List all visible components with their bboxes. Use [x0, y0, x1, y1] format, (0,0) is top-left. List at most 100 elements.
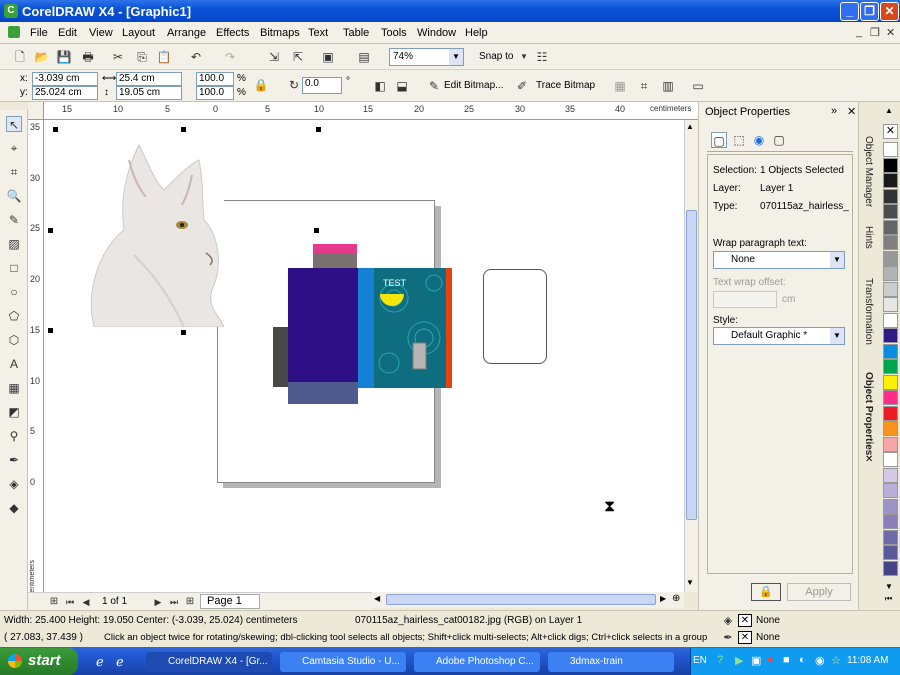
palette-swatch[interactable] [883, 514, 898, 529]
orange-strip[interactable] [446, 268, 452, 388]
welcome-screen-icon[interactable]: ▤ [356, 49, 372, 65]
zoom-combo[interactable]: 74% ▼ [389, 48, 464, 66]
ie-icon[interactable]: ℯ [96, 654, 112, 670]
palette-expand-icon[interactable]: ⏮ [885, 594, 892, 604]
chevron-down-icon[interactable]: ▼ [830, 328, 844, 344]
ie2-icon[interactable]: ℯ [116, 654, 132, 670]
doc-restore-button[interactable]: ❐ [870, 26, 880, 39]
y-position-field[interactable]: 25.024 cm [32, 86, 98, 100]
vertical-scroll-thumb[interactable] [686, 210, 697, 520]
add-page-icon[interactable]: ⊞ [182, 594, 198, 610]
rounded-rectangle[interactable] [483, 269, 547, 364]
scroll-left-icon[interactable]: ◀ [374, 594, 380, 603]
gray-strip[interactable] [313, 253, 357, 268]
palette-swatch[interactable] [883, 281, 898, 297]
prev-page-icon[interactable]: ◀ [78, 594, 94, 610]
palette-swatch[interactable] [883, 560, 898, 576]
language-indicator[interactable]: EN [693, 655, 707, 666]
edit-bitmap-button[interactable]: Edit Bitmap... [444, 80, 503, 91]
palette-swatch[interactable] [883, 545, 898, 560]
mirror-horizontal-icon[interactable]: ◧ [372, 78, 388, 94]
menu-file[interactable]: File [30, 27, 48, 39]
print-icon[interactable]: 🖶 [80, 49, 96, 65]
bitmap-color-mask-icon[interactable]: ▥ [660, 78, 676, 94]
scroll-down-icon[interactable]: ▼ [686, 578, 694, 587]
palette-swatch[interactable] [883, 421, 898, 436]
paste-icon[interactable]: 📋 [156, 49, 172, 65]
tab-transformation[interactable]: Transformation [863, 278, 874, 345]
stop-tray-icon[interactable]: ■ [783, 654, 790, 666]
lock-ratio-icon[interactable]: 🔒 [253, 77, 269, 93]
task-camtasia[interactable]: Camtasia Studio - U... [280, 652, 406, 672]
play-tray-icon[interactable]: ▶ [735, 654, 743, 667]
undo-icon[interactable]: ↶ [188, 49, 204, 65]
menu-effects[interactable]: Effects [216, 27, 249, 39]
minimize-button[interactable]: _ [840, 2, 859, 21]
selection-handle[interactable] [48, 328, 53, 333]
ruler-origin[interactable] [28, 102, 44, 120]
wrap-text-icon[interactable]: ▭ [690, 78, 706, 94]
chevron-down-icon[interactable]: ▼ [830, 252, 844, 268]
palette-swatch[interactable] [883, 467, 898, 483]
height-field[interactable]: 19.05 cm [116, 86, 182, 100]
hairless-cat-bitmap[interactable] [74, 135, 224, 327]
slate-blue-rectangle[interactable] [288, 382, 358, 404]
palette-scroll-up-icon[interactable]: ▲ [885, 106, 893, 115]
new-document-icon[interactable]: 🗋 [12, 49, 28, 65]
coreldraw-app-icon[interactable]: C [4, 4, 18, 18]
zoom-navigator-icon[interactable]: ⊕ [672, 593, 680, 604]
palette-swatch[interactable] [883, 157, 898, 173]
palette-swatch[interactable] [883, 188, 898, 204]
rectangle-tool-icon[interactable]: □ [6, 260, 22, 276]
test-label[interactable]: TEST [383, 278, 406, 288]
selection-handle[interactable] [53, 127, 58, 132]
tab-object-manager[interactable]: Object Manager [863, 136, 874, 207]
pick-tool-icon[interactable]: ↖ [6, 116, 22, 132]
record-tray-icon[interactable]: ● [767, 654, 774, 666]
scroll-right-icon[interactable]: ▶ [660, 594, 666, 603]
volume-tray-icon[interactable]: ◐ [799, 654, 806, 666]
chevron-down-icon[interactable]: ▼ [516, 49, 532, 65]
tab-hints[interactable]: Hints [863, 226, 874, 249]
redo-icon[interactable]: ↷ [222, 49, 238, 65]
pink-strip[interactable] [313, 244, 357, 253]
doc-minimize-button[interactable]: _ [856, 26, 862, 38]
tab-object-properties[interactable]: Object Properties [863, 372, 874, 455]
mirror-vertical-icon[interactable]: ⬓ [394, 78, 410, 94]
palette-scroll-down-icon[interactable]: ▼ [885, 582, 893, 591]
eyedropper-tool-icon[interactable]: ⚲ [6, 428, 22, 444]
smart-fill-tool-icon[interactable]: ▨ [6, 236, 22, 252]
style-select[interactable]: Default Graphic * ▼ [713, 327, 845, 345]
import-icon[interactable]: ⇲ [266, 49, 282, 65]
menu-tools[interactable]: Tools [381, 27, 407, 39]
selection-handle[interactable] [314, 228, 319, 233]
palette-swatch[interactable] [883, 312, 898, 328]
rotation-field[interactable]: 0.0 [302, 77, 342, 94]
horizontal-scroll-thumb[interactable] [386, 594, 656, 605]
selection-handle[interactable] [181, 127, 186, 132]
palette-swatch[interactable] [883, 374, 898, 390]
blue-strip[interactable] [358, 268, 374, 388]
network-tray-icon[interactable]: ▣ [751, 654, 761, 667]
export-icon[interactable]: ⇱ [290, 49, 306, 65]
x-position-field[interactable]: -3.039 cm [32, 72, 98, 86]
doc-close-button[interactable]: ✕ [886, 26, 895, 39]
selection-handle[interactable] [181, 330, 186, 335]
wrap-text-select[interactable]: None ▼ [713, 251, 845, 269]
expand-docker-icon[interactable]: » [831, 105, 837, 117]
palette-swatch[interactable] [883, 204, 898, 219]
blend-tool-icon[interactable]: ◩ [6, 404, 22, 420]
maximize-button[interactable]: ❐ [860, 2, 879, 21]
menu-edit[interactable]: Edit [58, 27, 77, 39]
apply-button[interactable]: Apply [787, 583, 851, 601]
crop-bitmap-icon[interactable]: ⌗ [636, 78, 652, 94]
text-wrap-offset-field[interactable] [713, 291, 777, 308]
horizontal-ruler[interactable]: 15 10 5 0 5 10 15 20 25 30 35 40 centime… [44, 102, 698, 120]
security-tray-icon[interactable]: ◉ [815, 654, 825, 667]
trace-bitmap-button[interactable]: Trace Bitmap [536, 80, 595, 91]
palette-swatch[interactable] [883, 142, 898, 157]
indigo-rectangle-top[interactable] [313, 268, 357, 328]
outline-tool-icon[interactable]: ✒ [6, 452, 22, 468]
palette-swatch[interactable] [883, 343, 898, 359]
width-field[interactable]: 25.4 cm [116, 72, 182, 86]
